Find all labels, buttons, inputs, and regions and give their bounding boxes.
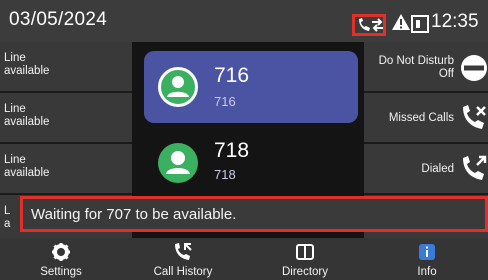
contact-item-718[interactable]: 718 718: [144, 129, 358, 201]
call-forward-icon: [352, 14, 386, 36]
contact-avatar-icon: [158, 67, 198, 107]
dnd-key[interactable]: Do Not Disturb Off: [364, 42, 488, 92]
screen-icon: [411, 15, 429, 38]
contact-sub: 718: [214, 167, 236, 182]
status-time: 12:35: [431, 11, 479, 32]
contact-item-716[interactable]: 716 716: [144, 51, 358, 123]
line-key-status: available: [4, 167, 50, 179]
status-bar: 03/05/2024 12:35: [0, 0, 488, 42]
info-icon: [417, 242, 437, 267]
dnd-state: Off: [438, 68, 454, 80]
line-key-status: available: [4, 116, 50, 128]
line-key-label: Line: [4, 52, 26, 64]
nav-settings[interactable]: Settings: [0, 238, 122, 280]
contact-sub: 716: [214, 94, 236, 109]
line-key-status: a: [4, 218, 11, 230]
contact-number: 718: [214, 139, 250, 162]
nav-settings-label: Settings: [40, 266, 82, 278]
dialed-label: Dialed: [421, 163, 454, 175]
toast-message: Waiting for 707 to be available.: [31, 206, 237, 223]
contact-number: 716: [214, 64, 250, 87]
call-history-icon: [173, 242, 193, 267]
book-icon: [295, 242, 315, 267]
contact-avatar-icon: [158, 143, 198, 183]
nav-info-label: Info: [417, 266, 437, 278]
line-key-label: Line: [4, 103, 26, 115]
line-key-label: Line: [4, 154, 26, 166]
line-key-2[interactable]: Line available: [0, 93, 132, 143]
dnd-label: Do Not Disturb: [378, 55, 454, 67]
dialed-key[interactable]: Dialed: [364, 144, 488, 194]
warning-icon: [391, 13, 411, 36]
nav-call-history-label: Call History: [153, 266, 213, 278]
nav-directory[interactable]: Directory: [244, 238, 366, 280]
gear-icon: [51, 242, 71, 267]
nav-directory-label: Directory: [281, 266, 328, 278]
line-key-1[interactable]: Line available: [0, 42, 132, 92]
status-date: 03/05/2024: [9, 9, 108, 30]
missed-calls-key[interactable]: Missed Calls: [364, 93, 488, 143]
nav-call-history[interactable]: Call History: [122, 238, 244, 280]
line-key-label: L: [4, 205, 11, 217]
missed-calls-icon: [460, 104, 488, 137]
missed-calls-label: Missed Calls: [388, 112, 454, 124]
line-key-status: available: [4, 65, 50, 77]
dialed-icon: [460, 155, 488, 188]
status-toast: Waiting for 707 to be available.: [20, 196, 488, 232]
nav-info[interactable]: Info: [366, 238, 488, 280]
bottom-nav: Settings Call History Directory Info: [0, 238, 488, 280]
line-key-3[interactable]: Line available: [0, 144, 132, 194]
dnd-icon: [460, 54, 488, 87]
